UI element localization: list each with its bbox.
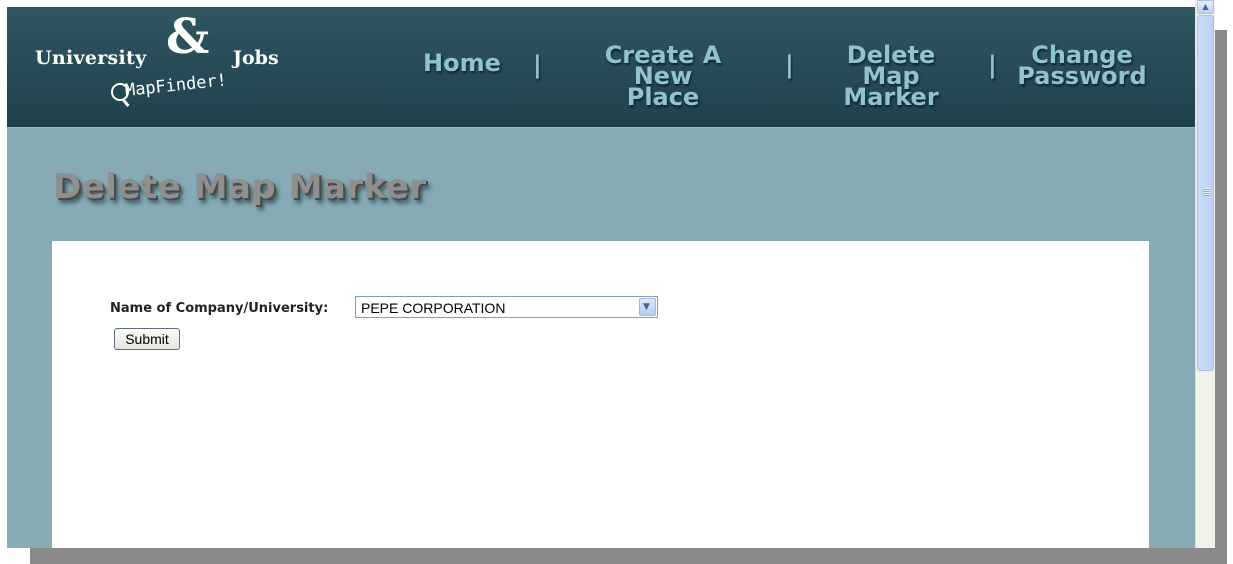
scroll-thumb[interactable]	[1197, 15, 1214, 371]
logo-word-university: University	[35, 47, 147, 69]
logo-word-jobs: Jobs	[233, 47, 279, 69]
logo-ampersand: &	[166, 9, 210, 65]
vertical-scrollbar[interactable]: ▲	[1195, 0, 1215, 548]
nav-create-line1: Create A New	[604, 41, 722, 90]
nav-change-password[interactable]: Change Password	[1017, 43, 1147, 90]
nav-delete-marker[interactable]: Delete Map Marker	[815, 41, 967, 111]
nav-delete-line2: Marker	[843, 83, 939, 111]
nav-delete-line1: Delete Map	[846, 41, 936, 90]
site-logo[interactable]: University & Jobs MapFinder!	[35, 9, 295, 125]
nav-separator: |	[785, 51, 794, 79]
company-select-value: PEPE CORPORATION	[361, 300, 506, 316]
scroll-up-button[interactable]: ▲	[1197, 0, 1214, 14]
browser-viewport: University & Jobs MapFinder! Home | Crea…	[7, 7, 1195, 548]
nav-create-line2: Place	[626, 83, 700, 111]
company-label: Name of Company/University:	[110, 301, 329, 316]
dropdown-button[interactable]: ▼	[639, 298, 656, 316]
submit-button[interactable]: Submit	[114, 328, 180, 350]
company-select[interactable]: PEPE CORPORATION ▼	[355, 296, 658, 318]
content-panel: Name of Company/University: PEPE CORPORA…	[52, 241, 1149, 548]
nav-separator: |	[988, 51, 997, 79]
site-header: University & Jobs MapFinder! Home | Crea…	[7, 7, 1195, 128]
nav-home[interactable]: Home	[423, 51, 501, 75]
page-title: Delete Map Marker	[53, 167, 427, 207]
nav-separator: |	[533, 51, 542, 79]
grip-icon	[1203, 188, 1210, 196]
chevron-down-icon: ▼	[643, 302, 650, 312]
nav-change-line2: Password	[1017, 62, 1147, 90]
nav-create-place[interactable]: Create A New Place	[573, 41, 753, 111]
logo-tagline: MapFinder!	[123, 70, 228, 101]
